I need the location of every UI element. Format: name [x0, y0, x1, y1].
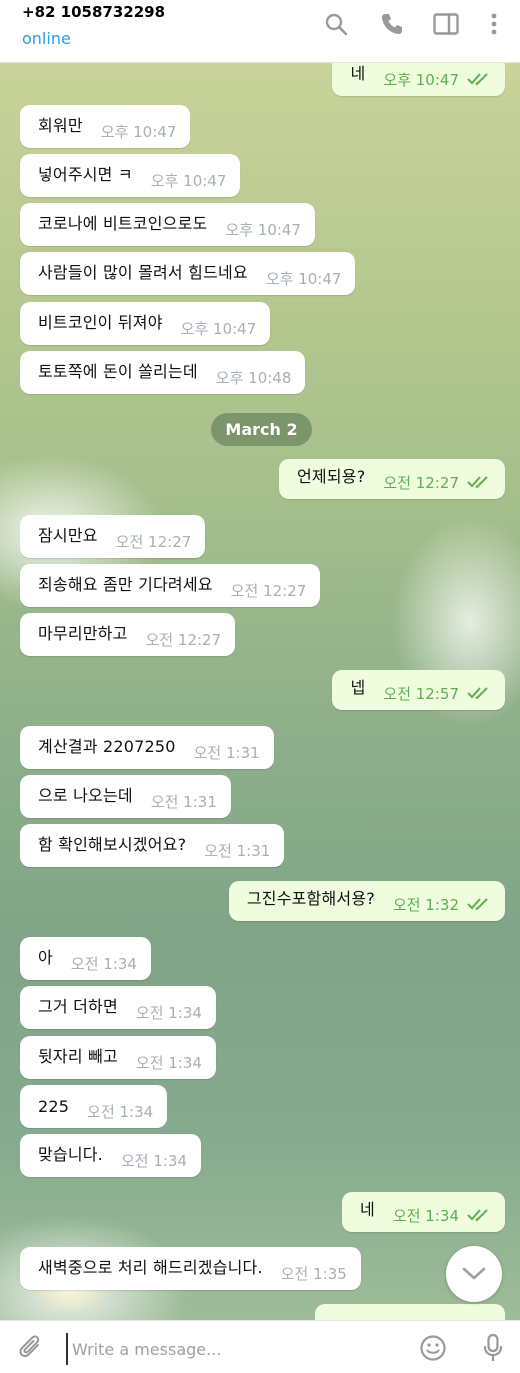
- chat-history[interactable]: 네 오후 10:47 회워만 오후 10:47 넣어주시면 ㅋ 오후 10:47…: [0, 62, 520, 1320]
- message-text: 사람들이 많이 몰려서 힘드네요: [38, 263, 248, 282]
- message-time: 오후 10:48: [215, 369, 292, 387]
- message-time: 오전 1:34: [392, 1207, 459, 1225]
- message-time: 오전 12:57: [383, 685, 459, 703]
- message-text: 언제되용?: [297, 467, 366, 486]
- message-time: 오후 10:47: [150, 172, 227, 190]
- date-separator: March 2: [211, 413, 312, 446]
- message-time: 오전 1:34: [70, 955, 137, 973]
- message-time: 오전 1:34: [135, 1054, 202, 1072]
- message-text: 잠시만요: [38, 526, 98, 545]
- chevron-down-icon: [462, 1267, 486, 1280]
- read-double-check-icon: [467, 1207, 491, 1226]
- message-text: 넵: [350, 678, 366, 697]
- message-text: 토토쪽에 돈이 쏠리는데: [38, 362, 198, 381]
- message-outgoing[interactable]: 네 오후 10:47: [332, 62, 505, 96]
- message-text: 마무리만하고: [38, 624, 128, 643]
- read-double-check-icon: [467, 474, 491, 493]
- message-incoming[interactable]: 코로나에 비트코인으로도 오후 10:47: [20, 203, 316, 246]
- message-time: 오전 1:35: [280, 1265, 347, 1283]
- message-time: 오전 1:34: [135, 1004, 202, 1022]
- message-incoming[interactable]: 회워만 오후 10:47: [20, 105, 191, 148]
- message-incoming[interactable]: 새벽중으로 처리 해드리겠습니다. 오전 1:35: [20, 1247, 361, 1290]
- message-time: 오후 10:47: [180, 320, 257, 338]
- message-time: 오전 1:32: [392, 896, 459, 914]
- message-incoming[interactable]: 잠시만요 오전 12:27: [20, 515, 206, 558]
- phone-icon[interactable]: [378, 10, 406, 38]
- message-time: 오전 1:31: [150, 793, 217, 811]
- message-time: 오전 1:34: [87, 1103, 154, 1121]
- message-text: 계산결과 2207250: [38, 737, 176, 756]
- message-time: 오전 12:27: [115, 533, 192, 551]
- microphone-icon[interactable]: [478, 1333, 508, 1363]
- message-time: 오전 1:31: [204, 842, 271, 860]
- message-incoming[interactable]: 뒷자리 빼고 오전 1:34: [20, 1036, 216, 1079]
- attach-icon[interactable]: [16, 1333, 46, 1363]
- message-time: 오후 10:47: [265, 270, 342, 288]
- message-text: 그진수포함해서용?: [246, 889, 375, 908]
- more-vert-icon[interactable]: [480, 10, 508, 38]
- message-outgoing-partial[interactable]: [315, 1304, 505, 1320]
- message-incoming[interactable]: 으로 나오는데 오전 1:31: [20, 775, 231, 818]
- message-outgoing[interactable]: 네 오전 1:34: [342, 1192, 505, 1232]
- contact-status: online: [22, 29, 71, 48]
- message-text: 네: [360, 1200, 375, 1219]
- read-double-check-icon: [467, 685, 491, 704]
- contact-name[interactable]: +82 1058732298: [22, 3, 165, 21]
- scroll-to-bottom-button[interactable]: [446, 1246, 502, 1302]
- message-incoming[interactable]: 마무리만하고 오전 12:27: [20, 613, 236, 656]
- message-text: 그거 더하면: [38, 997, 118, 1016]
- message-text: 뒷자리 빼고: [38, 1047, 118, 1066]
- message-text: 맞습니다.: [38, 1145, 103, 1164]
- message-composer: [0, 1320, 520, 1373]
- message-outgoing[interactable]: 넵 오전 12:57: [332, 670, 505, 710]
- message-incoming[interactable]: 죄송해요 좀만 기다려세요 오전 12:27: [20, 564, 321, 607]
- chat-header: +82 1058732298 online: [0, 0, 520, 63]
- message-incoming[interactable]: 225 오전 1:34: [20, 1085, 168, 1128]
- message-time: 오후 10:47: [225, 221, 302, 239]
- read-double-check-icon: [467, 71, 491, 90]
- message-time: 오후 10:47: [383, 71, 459, 89]
- message-text: 넣어주시면 ㅋ: [38, 165, 133, 184]
- message-time: 오후 10:47: [100, 123, 177, 141]
- message-text: 으로 나오는데: [38, 786, 133, 805]
- message-time: 오전 12:27: [145, 631, 222, 649]
- read-double-check-icon: [467, 896, 491, 915]
- message-text: 함 확인해보시겠어요?: [38, 835, 187, 854]
- message-outgoing[interactable]: 그진수포함해서용? 오전 1:32: [228, 881, 505, 921]
- message-text: 225: [38, 1097, 70, 1116]
- message-text: 비트코인이 뒤져야: [38, 313, 163, 332]
- message-incoming[interactable]: 넣어주시면 ㅋ 오후 10:47: [20, 154, 241, 197]
- message-incoming[interactable]: 아 오전 1:34: [20, 937, 151, 980]
- message-incoming[interactable]: 그거 더하면 오전 1:34: [20, 986, 216, 1029]
- message-text: 새벽중으로 처리 해드리겠습니다.: [38, 1258, 263, 1277]
- message-incoming[interactable]: 토토쪽에 돈이 쏠리는데 오후 10:48: [20, 351, 306, 394]
- message-incoming[interactable]: 사람들이 많이 몰려서 힘드네요 오후 10:47: [20, 252, 356, 295]
- message-time: 오전 12:27: [230, 582, 307, 600]
- message-input[interactable]: [66, 1333, 404, 1365]
- message-time: 오전 1:34: [120, 1152, 188, 1170]
- search-icon[interactable]: [322, 10, 350, 38]
- message-incoming[interactable]: 함 확인해보시겠어요? 오전 1:31: [20, 824, 285, 867]
- message-text: 회워만: [38, 116, 83, 135]
- message-incoming[interactable]: 맞습니다. 오전 1:34: [20, 1134, 202, 1177]
- message-incoming[interactable]: 비트코인이 뒤져야 오후 10:47: [20, 302, 271, 345]
- message-time: 오전 12:27: [383, 474, 459, 492]
- message-time: 오전 1:31: [193, 744, 260, 762]
- message-text: 네: [350, 64, 366, 83]
- message-outgoing[interactable]: 언제되용? 오전 12:27: [279, 459, 505, 499]
- message-text: 아: [38, 948, 53, 967]
- emoji-icon[interactable]: [418, 1333, 448, 1363]
- message-text: 코로나에 비트코인으로도: [38, 214, 208, 233]
- message-text: 죄송해요 좀만 기다려세요: [38, 575, 213, 594]
- message-incoming[interactable]: 계산결과 2207250 오전 1:31: [20, 726, 274, 769]
- sidebar-toggle-icon[interactable]: [432, 10, 460, 38]
